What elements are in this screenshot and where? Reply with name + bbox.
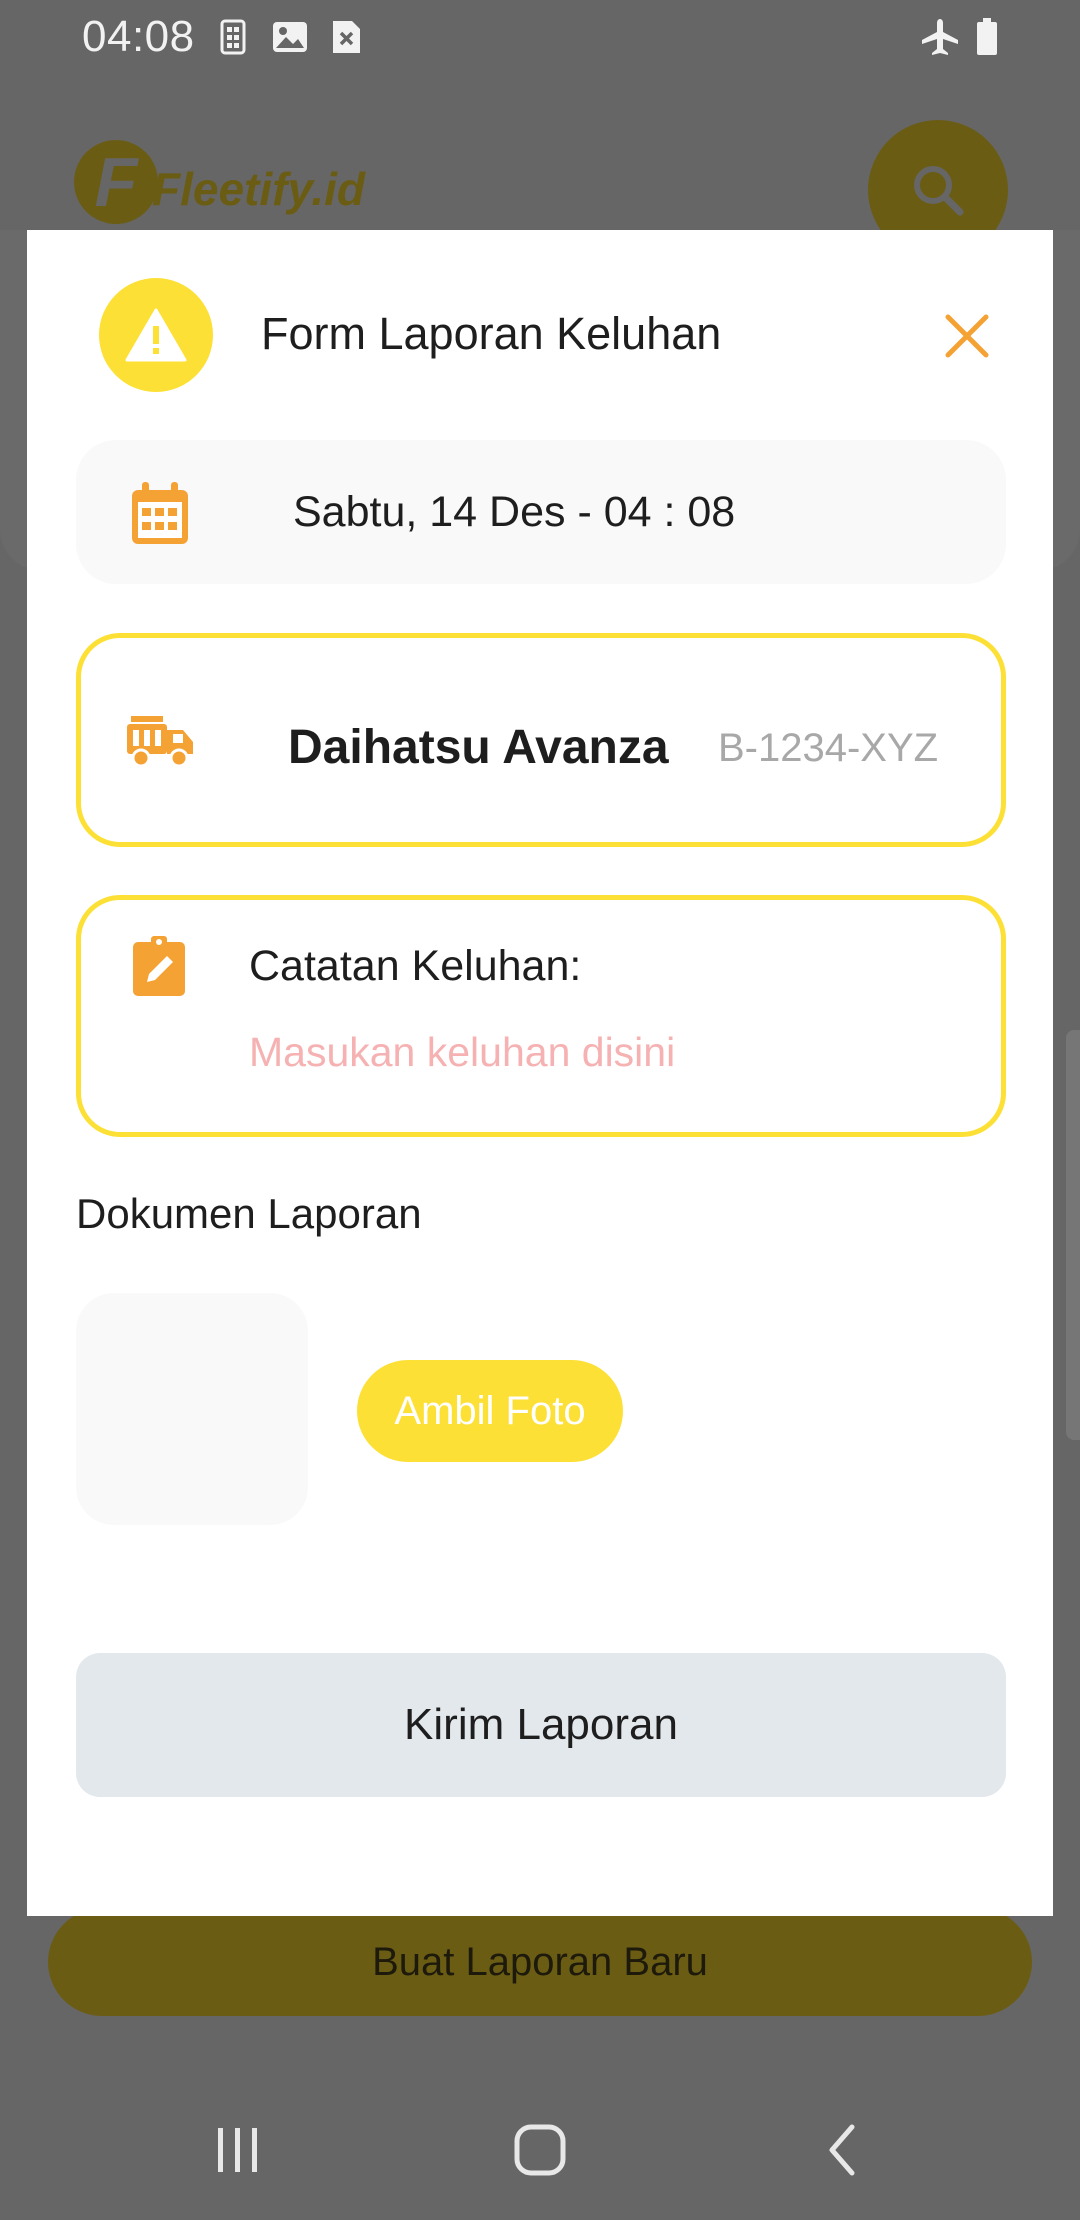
modal-title: Form Laporan Keluhan <box>261 308 722 359</box>
recent-apps-button[interactable] <box>198 2110 278 2190</box>
recent-apps-icon <box>218 2128 257 2172</box>
back-button[interactable] <box>802 2110 882 2190</box>
take-photo-button[interactable]: Ambil Foto <box>357 1360 623 1462</box>
date-time-text: Sabtu, 14 Des - 04 : 08 <box>293 488 736 536</box>
close-button[interactable] <box>939 308 995 364</box>
navigation-bar <box>0 2070 1080 2220</box>
date-time-field: Sabtu, 14 Des - 04 : 08 <box>76 440 1006 584</box>
airplane-mode-icon <box>920 18 960 56</box>
home-button[interactable] <box>500 2110 580 2190</box>
scrollbar <box>1066 1030 1080 1440</box>
app-logo: F Fleetify.id <box>74 140 365 224</box>
logo-mark-icon: F <box>74 140 158 224</box>
vehicle-name: Daihatsu Avanza <box>288 721 669 774</box>
image-icon <box>272 18 308 56</box>
calendar-icon <box>132 482 188 544</box>
new-report-button: Buat Laporan Baru <box>48 1908 1032 2016</box>
home-icon <box>514 2124 566 2176</box>
submit-report-button[interactable]: Kirim Laporan <box>76 1653 1006 1797</box>
document-section-label: Dokumen Laporan <box>76 1190 422 1237</box>
complaint-form-modal: Form Laporan Keluhan Sabtu, 14 Des - 04 … <box>27 230 1053 1916</box>
sim-icon <box>220 18 246 56</box>
screen: 04:08 F Fleetify.id Buat Laporan Baru Fo… <box>0 0 1080 2220</box>
back-icon <box>829 2124 855 2176</box>
vehicle-selector[interactable]: Daihatsu Avanza B-1234-XYZ <box>76 633 1006 847</box>
photo-preview <box>76 1293 308 1525</box>
warning-icon <box>99 278 213 392</box>
clipboard-edit-icon <box>133 936 185 996</box>
logo-text: Fleetify.id <box>152 163 365 215</box>
status-bar: 04:08 <box>0 0 1080 76</box>
status-time: 04:08 <box>82 12 195 61</box>
vehicle-plate: B-1234-XYZ <box>718 726 939 770</box>
search-icon <box>914 166 964 216</box>
complaint-input[interactable] <box>249 1024 949 1080</box>
complaint-label: Catatan Keluhan: <box>249 942 582 990</box>
close-icon <box>945 314 989 358</box>
blocked-notification-icon <box>330 18 362 56</box>
truck-icon <box>127 716 193 768</box>
complaint-note-field: Catatan Keluhan: <box>76 895 1006 1137</box>
battery-icon <box>974 18 1000 56</box>
